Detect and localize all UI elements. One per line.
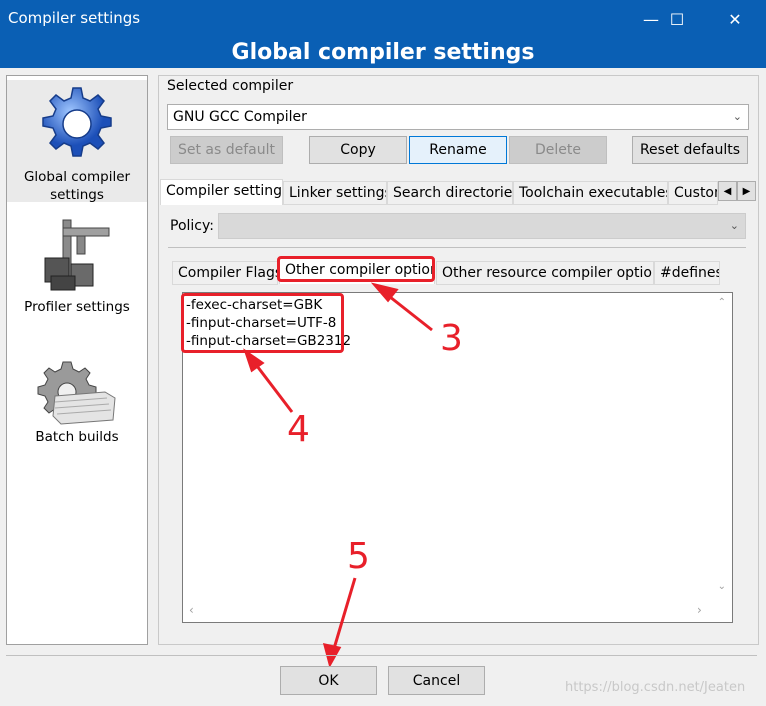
watermark: https://blog.csdn.net/Jeaten [565,680,746,695]
ok-button[interactable]: OK [280,666,377,695]
annotation-number: 4 [287,409,310,450]
annotation-number: 5 [347,536,370,577]
annotation-number: 3 [440,318,463,359]
footer-divider [6,655,757,656]
annotation-arrows [243,282,433,668]
cancel-button[interactable]: Cancel [388,666,485,695]
